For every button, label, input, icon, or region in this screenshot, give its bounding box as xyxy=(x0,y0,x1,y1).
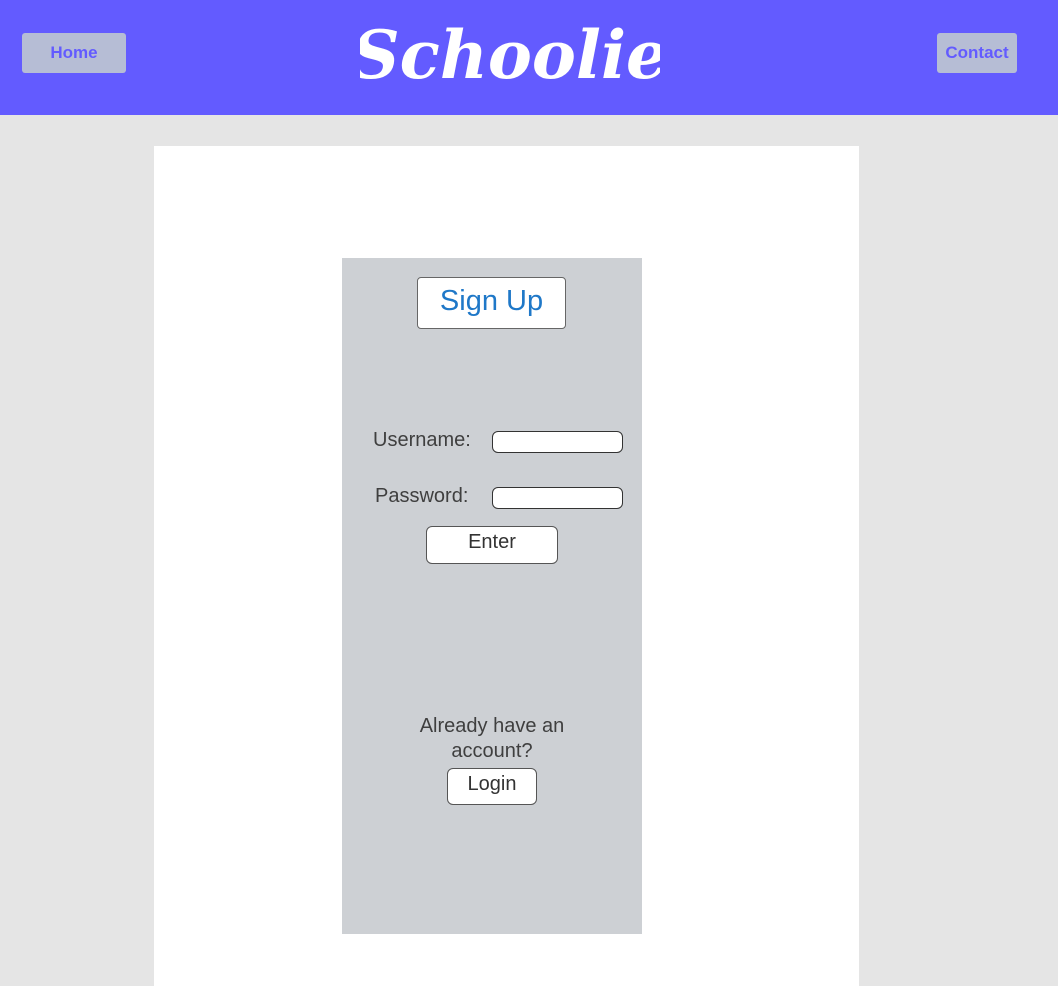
already-have-account-text: Already have an account? xyxy=(419,715,565,762)
username-input[interactable] xyxy=(492,431,623,453)
home-button[interactable]: Home xyxy=(22,33,126,73)
contact-button[interactable]: Contact xyxy=(937,33,1017,73)
signup-title: Sign Up xyxy=(417,277,566,329)
password-label: Password: xyxy=(375,485,469,507)
username-label: Username: xyxy=(373,429,471,451)
signup-panel xyxy=(342,258,642,934)
brand-logo-wordmark: Schoolie xyxy=(360,16,660,94)
brand-logo-text: Schoolie xyxy=(360,16,660,94)
brand-logo[interactable]: Schoolie xyxy=(360,4,660,104)
enter-button[interactable]: Enter xyxy=(426,526,558,564)
site-header: Home Schoolie Contact xyxy=(0,0,1058,115)
login-button[interactable]: Login xyxy=(447,768,537,805)
password-input[interactable] xyxy=(492,487,623,509)
